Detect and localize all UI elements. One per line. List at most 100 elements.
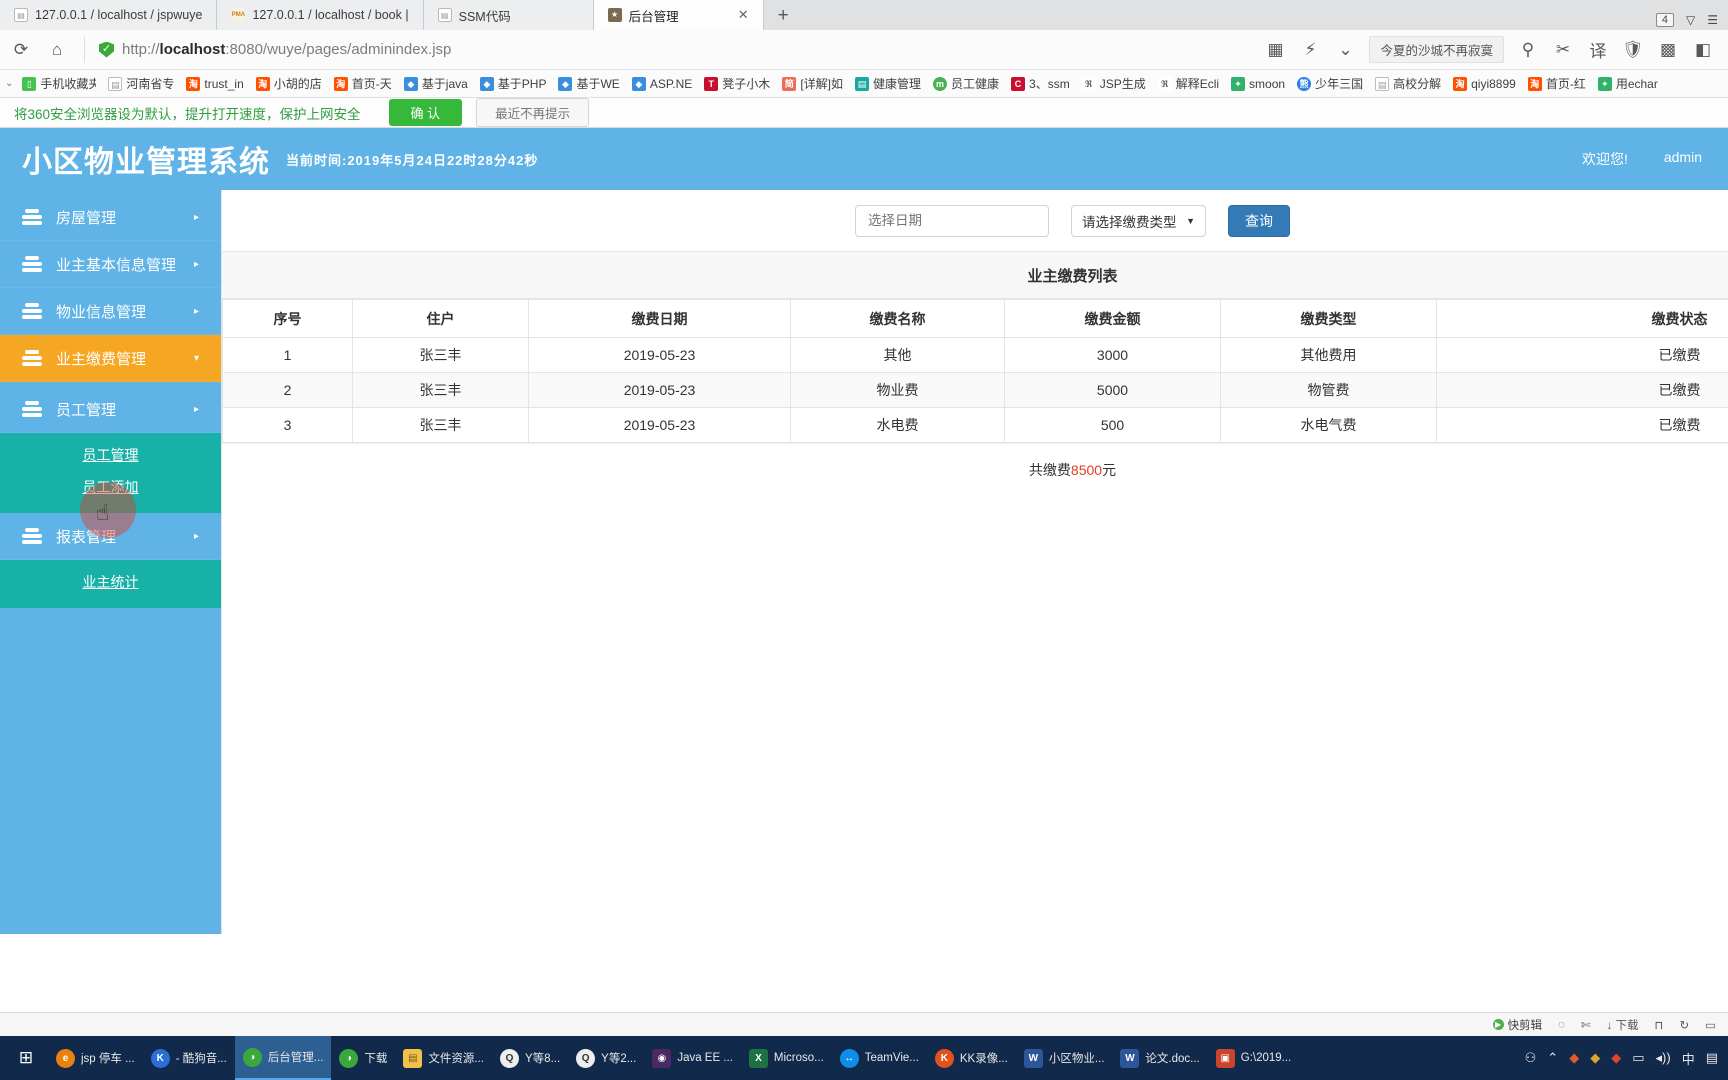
taskbar-item[interactable]: e jsp 停车 ... (48, 1036, 143, 1080)
bookmark-item[interactable]: m 员工健康 (927, 75, 1005, 92)
address-bar[interactable]: ✓ http://localhost:8080/wuye/pages/admin… (84, 36, 1250, 63)
sidebar-item-payment[interactable]: 业主缴费管理 ▾ (0, 335, 221, 382)
bookmarks-chevron-icon[interactable]: ⌄ (2, 78, 16, 89)
table-row[interactable]: 2 张三丰 2019-05-23 物业费 5000 物管费 已缴费 (222, 372, 1728, 408)
pin-icon[interactable]: ✄ (1581, 1018, 1591, 1032)
table-row[interactable]: 3 张三丰 2019-05-23 水电费 500 水电气费 已缴费 (222, 407, 1728, 443)
refresh-icon[interactable]: ↻ (1679, 1018, 1689, 1032)
dismiss-button[interactable]: 最近不再提示 (476, 98, 590, 127)
user-name[interactable]: admin (1664, 149, 1702, 169)
bookmark-item[interactable]: ◆ 基于java (398, 75, 474, 92)
taskbar-item[interactable]: ▣ G:\2019... (1208, 1036, 1300, 1080)
bookmark-item[interactable]: ℜ JSP生成 (1076, 75, 1152, 92)
bookmark-item[interactable]: 熊少年三国 (1291, 75, 1369, 92)
person-icon[interactable]: ⚇ (1525, 1050, 1537, 1066)
bookmark-item[interactable]: ◆ 基于WE (552, 75, 625, 92)
taskbar-item[interactable]: W 论文.doc... (1112, 1036, 1207, 1080)
cell-date: 2019-05-23 (528, 372, 791, 408)
bookmark-item[interactable]: 淘首页-红 (1522, 75, 1592, 92)
bookmark-item[interactable]: 淘 qiyi8899 (1447, 76, 1522, 91)
window-count-badge[interactable]: 4 (1655, 13, 1674, 27)
cell-index: 2 (222, 372, 353, 408)
tray-icon-3[interactable]: ◆ (1611, 1050, 1621, 1066)
taskbar-item[interactable]: Q Y等2... (568, 1036, 644, 1080)
reload-icon[interactable]: ⟳ (10, 40, 32, 60)
panel-icon[interactable]: ▭ (1705, 1018, 1716, 1032)
submenu-item-owner-stats[interactable]: 业主统计 (0, 566, 221, 598)
bookmark-item[interactable]: ▤ 河南省专 (102, 75, 180, 92)
chevron-down-icon[interactable]: ⌄ (1334, 40, 1356, 60)
taskbar-item[interactable]: K KK录像... (927, 1036, 1016, 1080)
tray-icon-1[interactable]: ◆ (1569, 1050, 1579, 1066)
bookmark-item[interactable]: 淘小胡的店 (250, 75, 328, 92)
quick-edit-tool[interactable]: ▶ 快剪辑 (1492, 1017, 1542, 1033)
submenu-item-staff-add[interactable]: 员工添加 (0, 471, 221, 503)
bookmark-item[interactable]: ✦ 用echar (1592, 75, 1664, 92)
translate-icon[interactable]: 译 (1587, 37, 1609, 62)
bookmark-item[interactable]: T 凳子小木 (698, 75, 776, 92)
download-label: 下载 (1615, 1019, 1639, 1032)
sidebar-item-property-info[interactable]: 物业信息管理 ▸ (0, 288, 221, 335)
taskbar-item-active[interactable]: ◑ 后台管理... (234, 1036, 332, 1080)
chevron-up-icon[interactable]: ⌃ (1547, 1050, 1558, 1066)
qq-icon: Q (500, 1048, 519, 1068)
submenu-item-staff-manage[interactable]: 员工管理 (0, 439, 221, 471)
bookmark-item[interactable]: ▤ 健康管理 (849, 75, 927, 92)
close-icon[interactable]: ✕ (732, 7, 749, 23)
camera-icon[interactable]: ◌ (1558, 1019, 1565, 1031)
sidebar-item-house[interactable]: 房屋管理 ▸ (0, 194, 221, 241)
apps-icon[interactable]: ▩ (1657, 40, 1679, 60)
bookmark-item[interactable]: 淘 trust_in (180, 76, 249, 91)
start-icon[interactable]: ⊞ (4, 1048, 48, 1068)
scissors-icon[interactable]: ✂ (1552, 40, 1574, 60)
browser-tab[interactable]: ▤ SSM代码 (423, 0, 594, 30)
favorites-icon[interactable]: ▽ (1686, 13, 1695, 27)
confirm-button[interactable]: 确 认 (388, 99, 463, 126)
bookmark-item[interactable]: 简 [详解]如 (776, 75, 849, 92)
taskbar-item[interactable]: Q Y等8... (492, 1036, 568, 1080)
bookmark-item[interactable]: ✦ smoon (1225, 76, 1291, 91)
notify-icon[interactable]: ▤ (1706, 1050, 1718, 1066)
search-icon[interactable]: ⚲ (1517, 40, 1539, 60)
taskbar-item[interactable]: ▤ 文件资源... (395, 1036, 492, 1080)
network-icon[interactable]: ▭ (1632, 1050, 1644, 1066)
sidebar-item-staff[interactable]: 员工管理 ▸ (0, 386, 221, 433)
taskbar-item[interactable]: ◑ 下载 (331, 1036, 395, 1080)
table-row[interactable]: 1 张三丰 2019-05-23 其他 3000 其他费用 已缴费 (222, 337, 1728, 373)
tray-icon-2[interactable]: ◆ (1590, 1050, 1600, 1066)
grid-icon[interactable]: ▦ (1264, 40, 1286, 60)
home-icon[interactable]: ⌂ (46, 40, 68, 60)
bookmark-item[interactable]: ℜ 解释Ecli (1152, 75, 1225, 92)
bookmark-item[interactable]: ▤ 高校分解 (1369, 75, 1447, 92)
taskbar-item[interactable]: X Microso... (741, 1036, 832, 1080)
shield-guard-icon[interactable]: 🛡 (1622, 40, 1644, 60)
chevron-down-icon: ▾ (193, 352, 199, 364)
browser-tab[interactable]: PMA 127.0.0.1 / localhost / book | (217, 0, 424, 30)
taskbar-item[interactable]: ↔ TeamVie... (832, 1036, 927, 1080)
new-tab-button[interactable]: + (764, 5, 803, 30)
date-input[interactable] (855, 204, 1049, 237)
browser-tab[interactable]: ▤ 127.0.0.1 / localhost / jspwuye (0, 0, 218, 30)
query-button[interactable]: 查询 (1228, 204, 1290, 237)
word-icon: W (1120, 1048, 1140, 1068)
bookmark-item[interactable]: ◆ ASP.NE (626, 76, 698, 91)
payment-type-select[interactable]: 请选择缴费类型 ▼ (1071, 204, 1206, 237)
taskbar-item[interactable]: K - 酷狗音... (143, 1036, 235, 1080)
search-input[interactable]: 今夏的沙城不再寂寞 (1369, 36, 1504, 63)
menu-icon[interactable]: ☰ (1707, 13, 1718, 27)
user-icon[interactable]: ◧ (1692, 40, 1714, 60)
bookmark-item[interactable]: ▯ 手机收藏夹 (16, 75, 102, 92)
bookmark-item[interactable]: C 3、ssm (1005, 75, 1076, 92)
ime-indicator[interactable]: 中 (1682, 1049, 1695, 1068)
sidebar-item-report[interactable]: 报表管理 ▸ (0, 513, 221, 560)
browser-tab-active[interactable]: ★ 后台管理 ✕ (593, 0, 764, 30)
lightning-icon[interactable]: ⚡ (1299, 40, 1321, 60)
taskbar-item[interactable]: W 小区物业... (1016, 1036, 1113, 1080)
bookmark-item[interactable]: ◆ 基于PHP (474, 75, 553, 92)
volume-icon[interactable]: ◂)) (1656, 1050, 1671, 1066)
sidebar-item-owner-info[interactable]: 业主基本信息管理 ▸ (0, 241, 221, 288)
taskbar-item[interactable]: ◉ Java EE ... (644, 1036, 741, 1080)
window-icon[interactable]: ⊓ (1655, 1018, 1664, 1032)
download-status[interactable]: ↓ 下载 (1607, 1017, 1639, 1033)
bookmark-item[interactable]: 淘首页-天 (328, 75, 398, 92)
